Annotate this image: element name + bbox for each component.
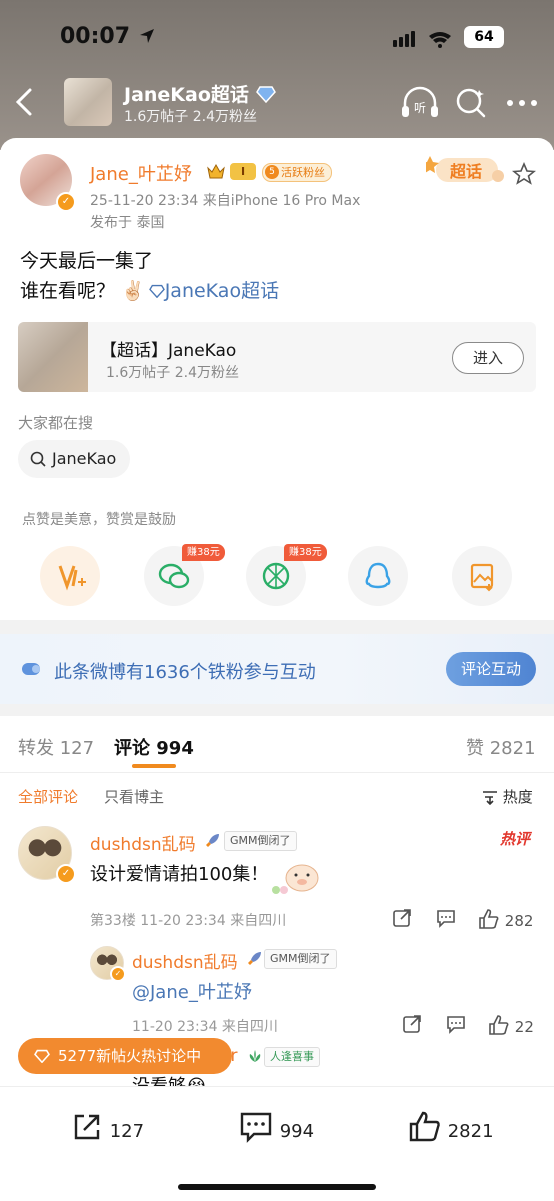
pig-sticker-icon [272, 864, 319, 894]
lotus-icon [249, 1050, 261, 1062]
verified-badge: ✓ [56, 192, 76, 212]
bottom-like-button[interactable]: 2821 [408, 1110, 494, 1144]
post-meta: 25-11-20 23:34 来自iPhone 16 Pro Max [90, 193, 361, 209]
level-badge: I [230, 163, 256, 180]
trending-search-label: 大家都在搜 [18, 414, 94, 432]
reply-mention[interactable]: @Jane_叶芷妤 [132, 978, 252, 1004]
sort-hot-button[interactable]: 热度 [482, 786, 533, 807]
like-button[interactable]: 282 [478, 908, 533, 930]
home-indicator[interactable] [178, 1184, 376, 1190]
comment-meta: 第33楼 11-20 23:34 来自四川 [90, 913, 287, 929]
filter-all-comments[interactable]: 全部评论 [18, 786, 78, 807]
status-bar: 00:07 64 [0, 0, 554, 70]
earn-badge: 赚38元 [182, 544, 225, 561]
join-button[interactable]: 进入 [452, 342, 524, 374]
favorite-star-icon[interactable] [512, 162, 536, 186]
reward-button[interactable] [40, 546, 100, 606]
topic-card-image [18, 322, 88, 392]
diamond-icon [148, 284, 165, 298]
comment-icon [240, 1112, 272, 1143]
search-icon[interactable] [454, 86, 488, 120]
comment-text: 设计爱情请拍100集！ [90, 864, 269, 885]
tab-comment[interactable]: 评论 994 [114, 734, 194, 760]
save-image-button[interactable] [452, 546, 512, 606]
divider [0, 772, 554, 773]
more-icon[interactable] [506, 98, 538, 108]
rocket-icon [248, 952, 261, 965]
verified-badge: ✓ [56, 864, 76, 884]
trending-search-chip[interactable]: JaneKao [18, 440, 131, 478]
tab-like[interactable]: 赞 2821 [466, 734, 536, 760]
qq-penguin-icon [365, 562, 391, 589]
reply-meta: 11-20 23:34 来自四川 [132, 1019, 278, 1035]
diamond-icon [34, 1049, 50, 1063]
thumbs-up-icon [409, 1111, 440, 1142]
fan-interaction-icon [22, 663, 40, 675]
repost-icon [74, 1114, 100, 1140]
topic-hashtag-link[interactable]: JaneKao超话 [165, 280, 279, 302]
topic-card-title: 【超话】JaneKao [100, 341, 237, 361]
topic-card-stats: 1.6万帖子 2.4万粉丝 [106, 365, 239, 381]
topic-avatar[interactable] [64, 78, 112, 126]
fan-group-badge: GMM倒闭了 [224, 831, 297, 851]
verified-badge: ✓ [110, 966, 126, 982]
sort-icon [483, 791, 497, 805]
thumbs-up-icon [479, 909, 499, 929]
filter-owner-only[interactable]: 只看博主 [104, 786, 164, 807]
bottom-repost-button[interactable]: 127 [70, 1110, 144, 1144]
search-icon [30, 451, 46, 467]
fan-group-badge: GMM倒闭了 [264, 949, 337, 969]
like-button[interactable]: 22 [488, 1014, 534, 1036]
crown-icon [207, 163, 225, 179]
hot-discussion-pill[interactable]: 5277新帖火热讨论中 [18, 1038, 232, 1074]
share-icon[interactable] [402, 1014, 422, 1034]
back-arrow-icon[interactable] [14, 86, 34, 118]
signal-wifi-icon [393, 31, 451, 48]
comment-text-partial: 没看够😭 [132, 1072, 207, 1086]
post-text-line2: 谁在看呢？ ✌🏻 JaneKao超话 [20, 280, 280, 302]
thumbs-up-icon [489, 1015, 509, 1035]
comment-icon[interactable] [446, 1014, 466, 1034]
svg-text:听: 听 [414, 101, 426, 115]
post-location: 发布于 泰国 [90, 215, 165, 231]
comment-icon[interactable] [436, 908, 456, 928]
image-download-icon [470, 563, 494, 592]
share-icon[interactable] [392, 908, 412, 928]
tab-repost[interactable]: 转发 127 [18, 734, 94, 760]
post-text-line1: 今天最后一集了 [20, 250, 154, 272]
fan-badge: 5 活跃粉丝 [262, 163, 332, 182]
fan-badge-number: 5 [265, 165, 279, 179]
comment-interact-button[interactable]: 评论互动 [446, 652, 536, 686]
topic-stats: 1.6万帖子 2.4万粉丝 [124, 109, 257, 125]
bottom-comment-button[interactable]: 994 [238, 1110, 314, 1144]
fan-group-badge: 人逢喜事 [264, 1047, 320, 1067]
author-name[interactable]: Jane_叶芷妤 [90, 160, 192, 186]
section-divider [0, 620, 554, 634]
status-time: 00:07 [60, 24, 156, 49]
diamond-icon [255, 86, 276, 103]
banner-text: 此条微博有1636个铁粉参与互动 [54, 662, 316, 683]
battery-indicator: 64 [464, 26, 504, 48]
tab-active-indicator [132, 764, 176, 768]
location-arrow-icon [139, 29, 154, 43]
share-qq-button[interactable] [348, 546, 408, 606]
chaohua-logo[interactable]: 超话 [426, 152, 506, 186]
commenter-name[interactable]: dushdsn乱码 [90, 830, 196, 855]
earn-badge: 赚38元 [284, 544, 327, 561]
reply-name[interactable]: dushdsn乱码 [132, 948, 238, 973]
topic-title: JaneKao超话 [124, 80, 276, 107]
reward-v-icon [58, 565, 86, 591]
rocket-icon [206, 834, 219, 847]
section-divider [0, 704, 554, 716]
like-hint-text: 点赞是美意，赞赏是鼓励 [22, 512, 176, 528]
listen-headphone-icon[interactable]: 听 [400, 86, 440, 120]
hot-comment-tag: 热评 [500, 830, 531, 848]
